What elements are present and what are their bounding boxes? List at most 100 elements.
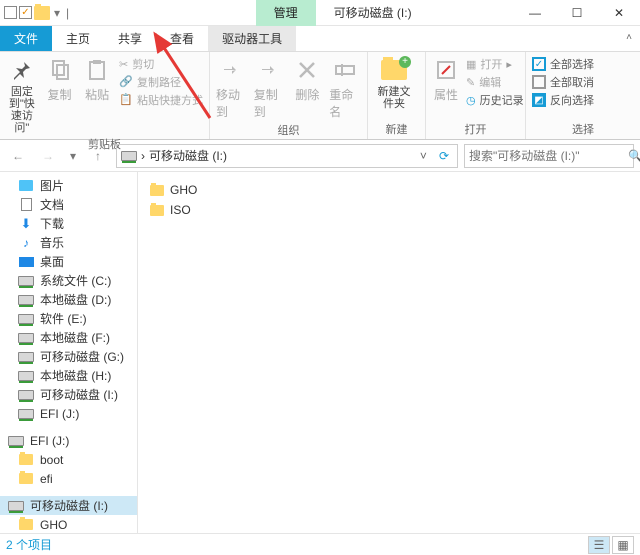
collapse-ribbon-icon[interactable]: ˄ <box>626 32 632 43</box>
select-none-button[interactable]: ✓全部取消 <box>532 74 594 90</box>
qat-dropdown-icon[interactable]: ▾ <box>52 6 62 20</box>
tab-file[interactable]: 文件 <box>0 26 52 51</box>
back-button[interactable]: ← <box>6 144 30 168</box>
up-button[interactable]: ↑ <box>86 144 110 168</box>
select-none-icon: ✓ <box>532 75 546 89</box>
drive-icon <box>18 274 34 288</box>
drive-icon <box>18 312 34 326</box>
move-icon <box>218 56 246 84</box>
item-count: 2 个项目 <box>6 536 52 553</box>
group-label-open: 打开 <box>432 119 519 137</box>
close-button[interactable]: ✕ <box>598 0 640 26</box>
shortcut-icon: 📋 <box>119 93 133 107</box>
copy-to-button[interactable]: 复制到 <box>254 56 286 120</box>
minimize-button[interactable]: — <box>514 0 556 26</box>
qat-button-2[interactable]: ✓ <box>19 6 32 19</box>
recent-locations-button[interactable]: ▾ <box>66 144 80 168</box>
search-input[interactable] <box>469 149 624 163</box>
invert-selection-button[interactable]: ◩反向选择 <box>532 92 594 108</box>
file-list[interactable]: GHOISO <box>138 172 640 533</box>
breadcrumb-sep: › <box>141 149 145 163</box>
drive-icon <box>18 350 34 364</box>
folder-item[interactable]: GHO <box>146 180 632 200</box>
folder-item[interactable]: ISO <box>146 200 632 220</box>
paste-button[interactable]: 粘贴 <box>81 56 113 103</box>
folder-icon <box>150 205 164 216</box>
ribbon: 固定到"快速访问" 复制 粘贴 ✂剪切 🔗复制路径 📋粘贴快捷方式 剪贴板 移动… <box>0 52 640 140</box>
explorer-body: 图片文档⬇下载♪音乐桌面系统文件 (C:)本地磁盘 (D:)软件 (E:)本地磁… <box>0 172 640 533</box>
search-box[interactable]: 🔍 <box>464 144 634 168</box>
breadcrumb-current[interactable]: 可移动磁盘 (I:) <box>149 147 227 164</box>
nav-item[interactable]: 系统文件 (C:) <box>0 271 137 290</box>
edit-button[interactable]: ✎编辑 <box>466 74 524 90</box>
address-dropdown-icon[interactable]: ˅ <box>416 149 431 163</box>
copy-button[interactable]: 复制 <box>44 56 76 103</box>
cut-button[interactable]: ✂剪切 <box>119 56 203 72</box>
nav-item[interactable]: ♪音乐 <box>0 233 137 252</box>
copy-path-button[interactable]: 🔗复制路径 <box>119 74 203 90</box>
details-view-button[interactable]: ☰ <box>588 536 610 554</box>
select-all-button[interactable]: ✓全部选择 <box>532 56 594 72</box>
nav-item[interactable]: 图片 <box>0 176 137 195</box>
nav-item[interactable]: EFI (J:) <box>0 431 137 450</box>
nav-item[interactable]: 软件 (E:) <box>0 309 137 328</box>
nav-item[interactable]: efi <box>0 469 137 488</box>
cut-icon: ✂ <box>119 58 128 71</box>
pictures-icon <box>18 179 34 193</box>
nav-item-label: 本地磁盘 (H:) <box>40 367 111 384</box>
nav-item[interactable]: 本地磁盘 (D:) <box>0 290 137 309</box>
tab-share[interactable]: 共享 <box>104 26 156 51</box>
address-drive-icon <box>121 151 137 161</box>
new-folder-button[interactable]: + 新建文件夹 <box>374 56 414 110</box>
icons-view-button[interactable]: ▦ <box>612 536 634 554</box>
tab-view[interactable]: 查看 <box>156 26 208 51</box>
path-icon: 🔗 <box>119 75 133 89</box>
quick-access-toolbar: ✓ ▾ | <box>0 6 75 20</box>
ribbon-tabs: 文件 主页 共享 查看 驱动器工具 ˄ <box>0 26 640 52</box>
maximize-button[interactable]: ☐ <box>556 0 598 26</box>
nav-item[interactable]: 桌面 <box>0 252 137 271</box>
nav-item-label: 桌面 <box>40 253 64 270</box>
ribbon-group-organize: 移动到 复制到 删除 重命名 组织 <box>210 52 368 139</box>
nav-item-label: 可移动磁盘 (G:) <box>40 348 124 365</box>
pin-icon <box>8 56 36 84</box>
properties-button[interactable]: 属性 <box>432 56 460 103</box>
address-bar[interactable]: › 可移动磁盘 (I:) ˅ ⟳ <box>116 144 458 168</box>
nav-item-label: 可移动磁盘 (I:) <box>30 497 108 514</box>
paste-shortcut-button[interactable]: 📋粘贴快捷方式 <box>119 92 203 108</box>
nav-item[interactable]: 文档 <box>0 195 137 214</box>
music-icon: ♪ <box>18 236 34 250</box>
select-all-icon: ✓ <box>532 57 546 71</box>
move-to-button[interactable]: 移动到 <box>216 56 248 120</box>
nav-item[interactable]: ⬇下载 <box>0 214 137 233</box>
copy-label: 复制 <box>48 86 72 103</box>
copyto-icon <box>256 56 284 84</box>
tab-drive-tools[interactable]: 驱动器工具 <box>208 26 296 51</box>
navigation-pane[interactable]: 图片文档⬇下载♪音乐桌面系统文件 (C:)本地磁盘 (D:)软件 (E:)本地磁… <box>0 172 138 533</box>
nav-item[interactable]: 可移动磁盘 (I:) <box>0 496 137 515</box>
nav-item[interactable]: 可移动磁盘 (G:) <box>0 347 137 366</box>
refresh-button[interactable]: ⟳ <box>435 149 453 163</box>
folder-icon <box>150 185 164 196</box>
invert-icon: ◩ <box>532 93 546 107</box>
search-icon[interactable]: 🔍 <box>628 149 640 163</box>
delete-label: 删除 <box>295 86 319 103</box>
delete-button[interactable]: 删除 <box>292 56 324 103</box>
open-button[interactable]: ▦打开▸ <box>466 56 524 72</box>
rename-button[interactable]: 重命名 <box>329 56 361 120</box>
history-button[interactable]: ◷历史记录 <box>466 92 524 108</box>
forward-button[interactable]: → <box>36 144 60 168</box>
contextual-tab-manage[interactable]: 管理 <box>256 0 316 26</box>
qat-button-1[interactable] <box>4 6 17 19</box>
nav-item[interactable]: boot <box>0 450 137 469</box>
nav-item[interactable]: GHO <box>0 515 137 533</box>
pin-quick-access-button[interactable]: 固定到"快速访问" <box>6 56 38 134</box>
nav-item[interactable]: 本地磁盘 (F:) <box>0 328 137 347</box>
nav-item[interactable]: 本地磁盘 (H:) <box>0 366 137 385</box>
tab-home[interactable]: 主页 <box>52 26 104 51</box>
history-icon: ◷ <box>466 94 476 107</box>
qat-folder-icon[interactable] <box>34 6 50 20</box>
nav-item[interactable]: EFI (J:) <box>0 404 137 423</box>
nav-item[interactable]: 可移动磁盘 (I:) <box>0 385 137 404</box>
drive-icon <box>8 434 24 448</box>
